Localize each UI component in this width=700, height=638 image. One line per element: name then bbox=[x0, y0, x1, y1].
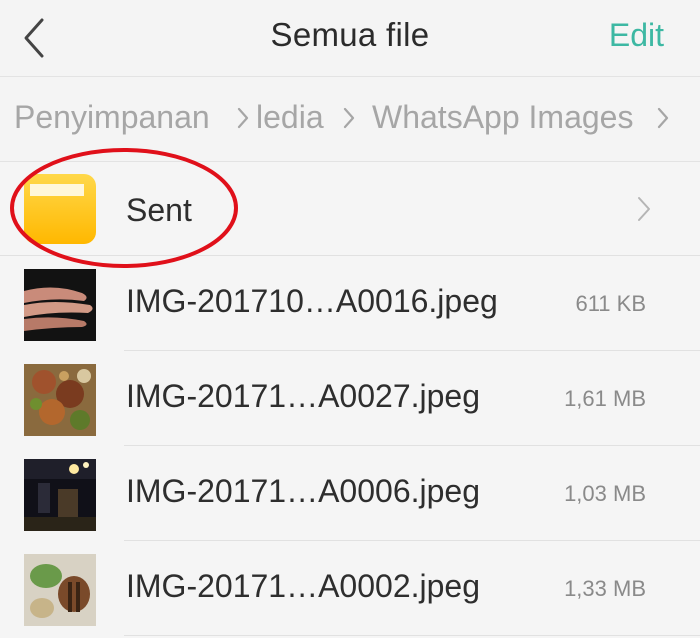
list-item[interactable]: IMG-20171…A0002.jpeg 1,33 MB bbox=[0, 542, 700, 636]
folder-icon bbox=[24, 174, 96, 244]
breadcrumb: Penyimpanan ledia WhatsApp Images bbox=[0, 77, 700, 162]
file-size: 1,33 MB bbox=[564, 576, 646, 601]
divider bbox=[124, 540, 700, 541]
image-thumbnail bbox=[24, 269, 96, 341]
breadcrumb-item-storage[interactable]: Penyimpanan bbox=[14, 99, 210, 136]
list-item[interactable]: IMG-201710…A0016.jpeg 611 KB bbox=[0, 257, 700, 351]
file-size: 1,03 MB bbox=[564, 481, 646, 506]
divider bbox=[124, 635, 700, 636]
page-title: Semua file bbox=[270, 16, 430, 53]
divider bbox=[124, 350, 700, 351]
divider bbox=[0, 255, 700, 256]
divider bbox=[124, 445, 700, 446]
file-name: IMG-20171…A0027.jpeg bbox=[126, 378, 480, 414]
list-item[interactable]: IMG-20171…A0006.jpeg 1,03 MB bbox=[0, 447, 700, 541]
edit-button[interactable]: Edit bbox=[609, 17, 664, 54]
folder-row-sent[interactable]: Sent bbox=[0, 162, 700, 256]
file-size: 611 KB bbox=[575, 291, 646, 316]
file-size: 1,61 MB bbox=[564, 386, 646, 411]
file-name: IMG-20171…A0002.jpeg bbox=[126, 568, 480, 604]
chevron-right-icon bbox=[636, 194, 652, 224]
breadcrumb-item-media[interactable]: ledia bbox=[256, 99, 324, 136]
top-bar: Semua file Edit bbox=[0, 0, 700, 77]
file-name: IMG-20171…A0006.jpeg bbox=[126, 473, 480, 509]
breadcrumb-item-whatsapp-images[interactable]: WhatsApp Images bbox=[372, 99, 633, 136]
list-item[interactable]: IMG-20171…A0027.jpeg 1,61 MB bbox=[0, 352, 700, 446]
file-name: IMG-201710…A0016.jpeg bbox=[126, 283, 498, 319]
chevron-right-icon bbox=[342, 105, 356, 131]
chevron-right-icon bbox=[656, 105, 670, 131]
image-thumbnail bbox=[24, 554, 96, 626]
chevron-right-icon bbox=[236, 105, 250, 131]
image-thumbnail bbox=[24, 364, 96, 436]
folder-name: Sent bbox=[126, 192, 192, 228]
image-thumbnail bbox=[24, 459, 96, 531]
